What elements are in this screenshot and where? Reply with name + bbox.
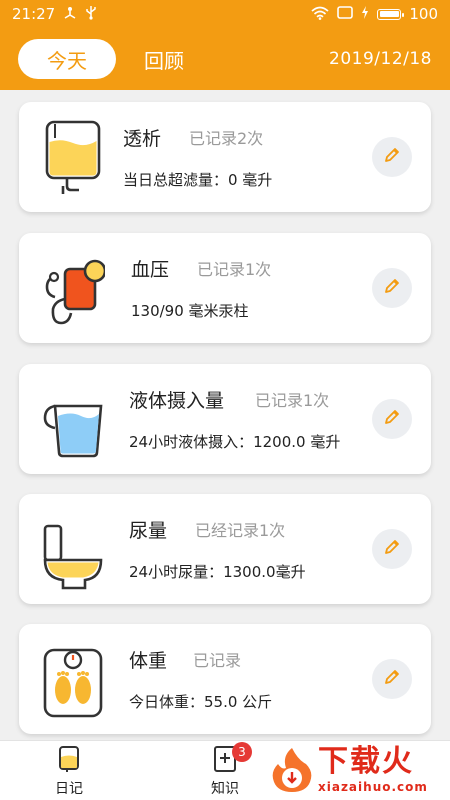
card-dialysis[interactable]: 透析 已记录2次 当日总超滤量：0 毫升 bbox=[19, 102, 431, 212]
card-count: 已经记录1次 bbox=[195, 521, 286, 540]
battery-icon bbox=[377, 8, 405, 20]
pencil-icon bbox=[382, 145, 402, 169]
scale-icon bbox=[41, 638, 105, 720]
edit-button[interactable] bbox=[372, 529, 412, 569]
nav-diary[interactable]: 日记 bbox=[44, 745, 94, 799]
card-count: 已记录1次 bbox=[197, 260, 272, 279]
card-urine-output[interactable]: 尿量 已经记录1次 24小时尿量：1300.0毫升 bbox=[19, 494, 431, 604]
card-blood-pressure[interactable]: 血压 已记录1次 130/90 毫米汞柱 bbox=[19, 233, 431, 343]
card-value: 24小时液体摄入：1200.0 毫升 bbox=[129, 433, 341, 451]
pencil-icon bbox=[382, 537, 402, 561]
card-title: 透析 bbox=[123, 128, 162, 150]
tab-today[interactable]: 今天 bbox=[18, 39, 116, 79]
header-date: 2019/12/18 bbox=[329, 49, 432, 69]
edit-button[interactable] bbox=[372, 399, 412, 439]
charging-icon bbox=[361, 6, 369, 22]
blood-pressure-icon bbox=[41, 247, 107, 329]
notification-badge: 3 bbox=[232, 742, 252, 762]
diary-icon bbox=[44, 745, 94, 777]
usb-icon bbox=[85, 5, 97, 23]
pencil-icon bbox=[382, 667, 402, 691]
card-count: 已记录2次 bbox=[189, 129, 264, 148]
usb-share-icon bbox=[63, 6, 77, 23]
nav-knowledge[interactable]: 3 知识 bbox=[200, 742, 252, 799]
card-count: 已记录 bbox=[193, 651, 242, 670]
card-title: 液体摄入量 bbox=[129, 390, 225, 412]
water-cup-icon bbox=[41, 378, 105, 460]
card-value: 24小时尿量：1300.0毫升 bbox=[129, 563, 306, 581]
card-value: 130/90 毫米汞柱 bbox=[131, 302, 249, 320]
nav-label: 日记 bbox=[55, 781, 83, 797]
flame-logo-icon bbox=[268, 746, 316, 798]
edit-button[interactable] bbox=[372, 268, 412, 308]
status-time: 21:27 bbox=[12, 5, 56, 23]
card-fluid-intake[interactable]: 液体摄入量 已记录1次 24小时液体摄入：1200.0 毫升 bbox=[19, 364, 431, 474]
watermark-brand: 下载火 bbox=[318, 744, 414, 779]
card-count: 已记录1次 bbox=[255, 391, 330, 410]
watermark: 下载火 xiazaihuo.com bbox=[262, 740, 450, 800]
pencil-icon bbox=[382, 407, 402, 431]
card-title: 尿量 bbox=[129, 520, 168, 542]
edit-button[interactable] bbox=[372, 137, 412, 177]
tab-review[interactable]: 回顾 bbox=[144, 45, 184, 74]
nav-label: 知识 bbox=[211, 781, 239, 797]
dialysis-bag-icon bbox=[41, 116, 105, 198]
wifi-icon bbox=[311, 6, 329, 23]
pencil-icon bbox=[382, 276, 402, 300]
status-bar: 21:27 100 bbox=[0, 0, 450, 28]
card-title: 体重 bbox=[129, 650, 168, 672]
sim-icon bbox=[337, 6, 354, 22]
record-list: 透析 已记录2次 当日总超滤量：0 毫升 血压 已记录1次 130/90 毫米汞… bbox=[0, 90, 450, 740]
battery-level: 100 bbox=[409, 5, 438, 23]
card-value: 当日总超滤量：0 毫升 bbox=[123, 171, 273, 189]
card-value: 今日体重：55.0 公斤 bbox=[129, 693, 273, 711]
header: 今天 回顾 2019/12/18 bbox=[0, 28, 450, 90]
watermark-url: xiazaihuo.com bbox=[318, 780, 428, 794]
card-title: 血压 bbox=[131, 259, 170, 281]
card-weight[interactable]: 体重 已记录 今日体重：55.0 公斤 bbox=[19, 624, 431, 734]
edit-button[interactable] bbox=[372, 659, 412, 699]
toilet-icon bbox=[41, 508, 105, 590]
